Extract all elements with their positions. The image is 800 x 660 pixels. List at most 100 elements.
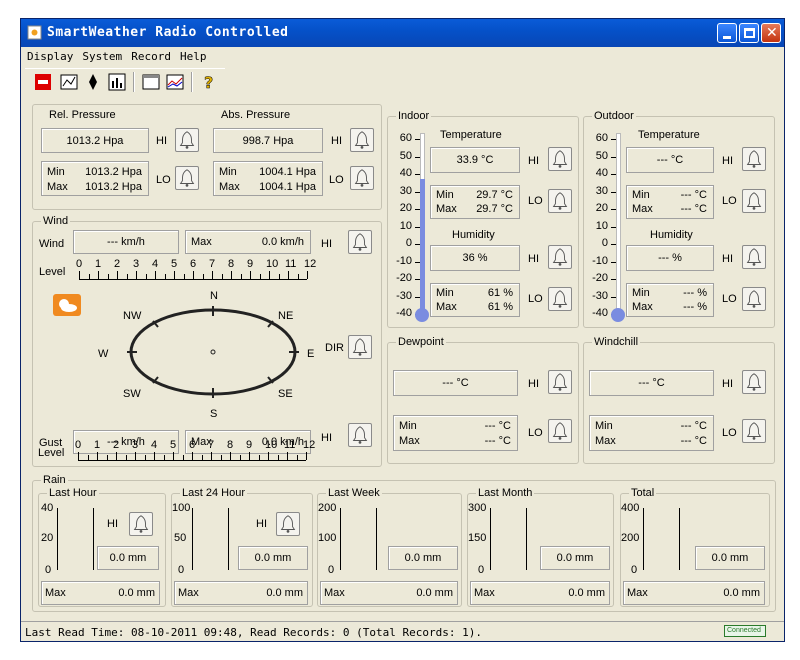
menu-record[interactable]: Record xyxy=(131,47,171,63)
scale-tick-label: -10 xyxy=(592,254,608,267)
lo-label: LO xyxy=(528,427,543,439)
alarm-bell-button[interactable] xyxy=(175,128,199,152)
status-bar: Last Read Time: 08-10-2011 09:48, Read R… xyxy=(21,621,784,641)
rain-last-week: Last Week 200 100 0 0.0 mm Max 0.0 mm xyxy=(317,487,462,607)
help-icon[interactable]: ? xyxy=(199,72,219,92)
stop-icon[interactable] xyxy=(33,72,53,92)
alarm-bell-button[interactable] xyxy=(175,166,199,190)
svg-text:?: ? xyxy=(204,73,213,92)
alarm-bell-button[interactable] xyxy=(548,370,572,394)
lo-label: LO xyxy=(156,174,171,186)
title-bar[interactable]: SmartWeather Radio Controlled ✕ xyxy=(21,19,784,47)
bell-icon xyxy=(552,422,568,440)
alarm-bell-button[interactable] xyxy=(350,128,374,152)
wind-icon[interactable] xyxy=(83,72,103,92)
alarm-bell-button[interactable] xyxy=(348,335,372,359)
alarm-bell-button[interactable] xyxy=(548,287,572,311)
window-title: SmartWeather Radio Controlled xyxy=(47,25,289,40)
hi-label: HI xyxy=(321,238,332,250)
status-text: Last Read Time: 08-10-2011 09:48, Read R… xyxy=(25,626,482,639)
bell-icon xyxy=(352,426,368,444)
connection-status-badge: Connected xyxy=(724,625,766,637)
alarm-bell-button[interactable] xyxy=(742,245,766,269)
app-icon xyxy=(27,25,42,40)
scale-tick-label: 50 xyxy=(595,149,608,162)
level-tick xyxy=(97,452,98,460)
window-icon[interactable] xyxy=(141,72,161,92)
level-tick xyxy=(249,452,250,460)
level-baseline xyxy=(78,460,306,461)
toolbar-separator xyxy=(191,72,193,92)
indoor-temperature-value: 33.9 °C xyxy=(430,147,520,173)
alarm-bell-button[interactable] xyxy=(548,147,572,171)
alarm-bell-button[interactable] xyxy=(548,245,572,269)
scale-tick-label: 20 xyxy=(595,202,608,214)
alarm-bell-button[interactable] xyxy=(742,419,766,443)
alarm-bell-button[interactable] xyxy=(742,370,766,394)
alarm-bell-button[interactable] xyxy=(276,512,300,536)
rel-pressure-label: Rel. Pressure xyxy=(47,109,118,121)
wind-group-label: Wind xyxy=(41,215,71,227)
alarm-bell-button[interactable] xyxy=(548,419,572,443)
alarm-bell-button[interactable] xyxy=(742,287,766,311)
level-label: Level xyxy=(38,447,65,459)
rain-total-max: Max 0.0 mm xyxy=(623,581,765,605)
rain-last-24-max: Max 0.0 mm xyxy=(174,581,308,605)
level-tick-label: 12 xyxy=(303,439,316,451)
app-window: SmartWeather Radio Controlled ✕ Display … xyxy=(20,18,785,642)
minimize-button[interactable] xyxy=(717,23,737,43)
barometer-icon[interactable] xyxy=(59,72,79,92)
lo-label: LO xyxy=(528,293,543,305)
alarm-bell-button[interactable] xyxy=(742,189,766,213)
level-tick xyxy=(117,271,118,279)
alarm-bell-button[interactable] xyxy=(350,166,374,190)
hi-label: HI xyxy=(528,155,539,167)
maximize-button[interactable] xyxy=(739,23,759,43)
hi-label: HI xyxy=(321,432,332,444)
weather-icon xyxy=(53,294,81,316)
outdoor-temperature-minmax: Min --- °C Max --- °C xyxy=(626,185,714,219)
bell-icon xyxy=(746,192,762,210)
rel-pressure-minmax: Min 1013.2 Hpa Max 1013.2 Hpa xyxy=(41,161,149,196)
menu-system[interactable]: System xyxy=(82,47,122,63)
wind-speed-value: --- km/h xyxy=(73,230,179,254)
scale-tick-label: 30 xyxy=(399,184,412,197)
compass-e: E xyxy=(307,348,315,360)
alarm-bell-button[interactable] xyxy=(548,189,572,213)
alarm-bell-button[interactable] xyxy=(348,230,372,254)
graph-icon[interactable] xyxy=(165,72,185,92)
menu-bar: Display System Record Help xyxy=(21,47,784,67)
scale-tick-label: -30 xyxy=(396,289,412,302)
bell-icon xyxy=(133,515,149,533)
hi-label: HI xyxy=(256,518,267,530)
chart-icon[interactable] xyxy=(107,72,127,92)
bell-icon xyxy=(746,290,762,308)
level-tick-label: 7 xyxy=(209,258,216,270)
lo-label: LO xyxy=(722,293,737,305)
menu-help[interactable]: Help xyxy=(180,47,207,63)
alarm-bell-button[interactable] xyxy=(742,147,766,171)
level-tick xyxy=(155,271,156,279)
level-tick-label: 10 xyxy=(265,439,278,451)
level-baseline xyxy=(79,279,307,280)
bell-icon xyxy=(179,169,195,187)
dewpoint-label: Dewpoint xyxy=(396,336,446,348)
compass-s: S xyxy=(210,408,218,420)
hi-label: HI xyxy=(722,155,733,167)
hi-label: HI xyxy=(156,135,167,147)
level-tick-label: 9 xyxy=(247,258,254,270)
level-tick-label: 2 xyxy=(113,439,120,451)
menu-display[interactable]: Display xyxy=(27,47,73,63)
rain-group: Rain Last Hour 40 20 0 HI 0.0 mm Max 0.0… xyxy=(32,474,776,612)
alarm-bell-button[interactable] xyxy=(348,423,372,447)
bell-icon xyxy=(179,131,195,149)
abs-pressure-group: Abs. Pressure 998.7 Hpa HI Min 1004.1 Hpa… xyxy=(210,109,378,205)
level-tick-label: 6 xyxy=(189,439,196,451)
indoor-humidity-value: 36 % xyxy=(430,245,520,271)
scale-tick-label: 30 xyxy=(595,184,608,197)
alarm-bell-button[interactable] xyxy=(129,512,153,536)
level-tick-label: 0 xyxy=(75,439,82,451)
abs-pressure-label: Abs. Pressure xyxy=(219,109,293,121)
close-button[interactable]: ✕ xyxy=(761,23,781,43)
wind-max-field: Max 0.0 km/h xyxy=(185,230,311,254)
